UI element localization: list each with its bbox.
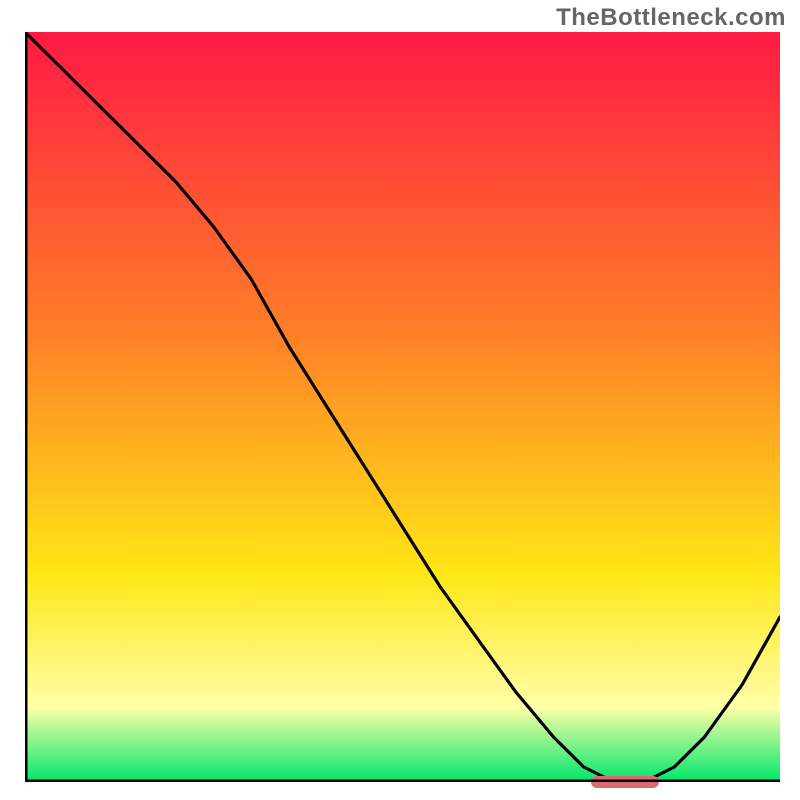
optimal-marker	[591, 776, 659, 788]
curve-layer	[25, 32, 780, 782]
bottleneck-curve	[25, 32, 780, 782]
watermark-text: TheBottleneck.com	[556, 4, 786, 32]
plot-area	[25, 32, 780, 782]
chart-container: TheBottleneck.com	[0, 0, 800, 800]
